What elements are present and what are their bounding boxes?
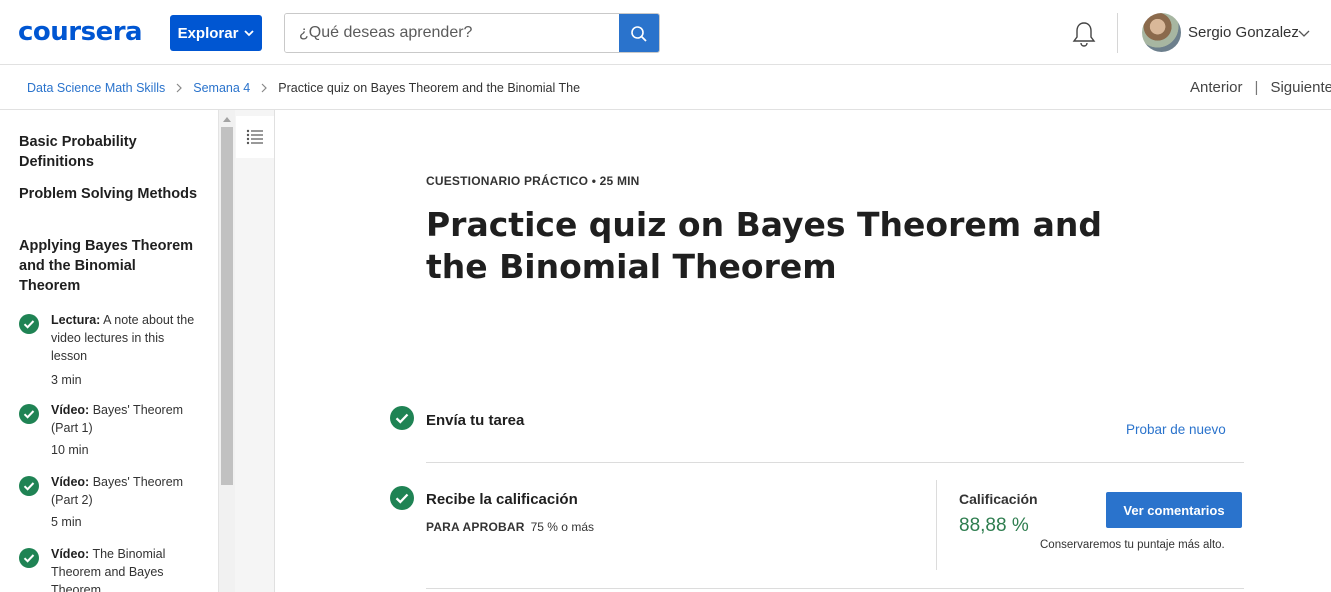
prev-next-nav: Anterior | Siguiente bbox=[1190, 79, 1331, 96]
breadcrumb: Data Science Math Skills Semana 4 Practi… bbox=[27, 80, 580, 96]
completed-check-icon bbox=[19, 548, 39, 568]
sidebar-item-label: Vídeo: Bayes' Theorem (Part 2) bbox=[51, 475, 184, 507]
explore-button-label: Explorar bbox=[177, 24, 239, 42]
step-divider bbox=[426, 588, 1244, 589]
search-icon bbox=[631, 26, 647, 42]
view-feedback-button[interactable]: Ver comentarios bbox=[1106, 492, 1242, 528]
item-type-kicker: CUESTIONARIO PRÁCTICO • 25 MIN bbox=[426, 174, 640, 188]
chevron-right-icon bbox=[176, 83, 183, 93]
breadcrumb-current: Practice quiz on Bayes Theorem and the B… bbox=[278, 81, 581, 95]
outline-toggle-rail bbox=[235, 110, 275, 592]
next-link[interactable]: Siguiente bbox=[1270, 79, 1331, 96]
user-avatar[interactable] bbox=[1142, 13, 1181, 52]
toggle-outline-button[interactable] bbox=[236, 116, 274, 158]
user-name[interactable]: Sergio Gonzalez bbox=[1188, 24, 1299, 42]
sidebar-section-bayes-binomial[interactable]: Applying Bayes Theorem and the Binomial … bbox=[19, 236, 199, 296]
scroll-up-arrow-icon[interactable] bbox=[223, 116, 231, 122]
breadcrumb-course-link[interactable]: Data Science Math Skills bbox=[27, 80, 165, 96]
sidebar-item-duration: 5 min bbox=[51, 515, 82, 529]
sidebar-section-problem-solving[interactable]: Problem Solving Methods bbox=[19, 184, 199, 204]
course-outline-sidebar: Basic Probability Definitions Problem So… bbox=[0, 110, 218, 592]
sidebar-item-label: Lectura: A note about the video lectures… bbox=[51, 313, 195, 363]
completed-check-icon bbox=[19, 404, 39, 424]
sidebar-section-basic-probability[interactable]: Basic Probability Definitions bbox=[19, 132, 199, 172]
page-title: Practice quiz on Bayes Theorem and the B… bbox=[426, 205, 1102, 286]
grade-value: 88,88 % bbox=[959, 515, 1029, 536]
breadcrumb-week-link[interactable]: Semana 4 bbox=[193, 80, 250, 96]
grade-label: Calificación bbox=[959, 491, 1038, 507]
nav-separator: | bbox=[1254, 79, 1259, 96]
grade-complete-check-icon bbox=[390, 486, 414, 510]
header-divider bbox=[1117, 13, 1118, 53]
coursera-logo[interactable]: coursera bbox=[18, 18, 143, 46]
scrollbar-thumb[interactable] bbox=[221, 127, 233, 485]
sidebar-item-duration: 10 min bbox=[51, 443, 89, 457]
sidebar-item-label: Vídeo: The Binomial Theorem and Bayes Th… bbox=[51, 547, 166, 592]
sidebar-item-label: Vídeo: Bayes' Theorem (Part 1) bbox=[51, 403, 184, 435]
breadcrumb-bar: Data Science Math Skills Semana 4 Practi… bbox=[0, 65, 1331, 110]
submit-complete-check-icon bbox=[390, 406, 414, 430]
top-navigation-bar: coursera Explorar Sergio Gonzalez bbox=[0, 0, 1331, 65]
sidebar-scrollbar[interactable] bbox=[218, 110, 235, 592]
search-button[interactable] bbox=[619, 14, 659, 52]
step-divider bbox=[426, 462, 1244, 463]
keep-highest-score-note: Conservaremos tu puntaje más alto. bbox=[1040, 539, 1225, 551]
notifications-bell-icon[interactable] bbox=[1071, 20, 1097, 48]
previous-link[interactable]: Anterior bbox=[1190, 79, 1243, 96]
chevron-down-icon bbox=[244, 30, 255, 37]
search-box bbox=[284, 13, 660, 53]
passing-requirement: PARA APROBAR 75 % o más bbox=[426, 520, 594, 534]
chevron-right-icon bbox=[261, 83, 268, 93]
completed-check-icon bbox=[19, 314, 39, 334]
explore-button[interactable]: Explorar bbox=[170, 15, 262, 51]
search-input[interactable] bbox=[285, 14, 619, 52]
receive-grade-step: Recibe la calificación bbox=[426, 491, 578, 508]
grade-column-divider bbox=[936, 480, 937, 570]
sidebar-item-duration: 3 min bbox=[51, 373, 82, 387]
user-menu-chevron-icon[interactable] bbox=[1298, 28, 1310, 38]
completed-check-icon bbox=[19, 476, 39, 496]
list-icon bbox=[246, 129, 263, 145]
try-again-link[interactable]: Probar de nuevo bbox=[1126, 422, 1226, 437]
submit-assignment-step: Envía tu tarea bbox=[426, 412, 525, 429]
